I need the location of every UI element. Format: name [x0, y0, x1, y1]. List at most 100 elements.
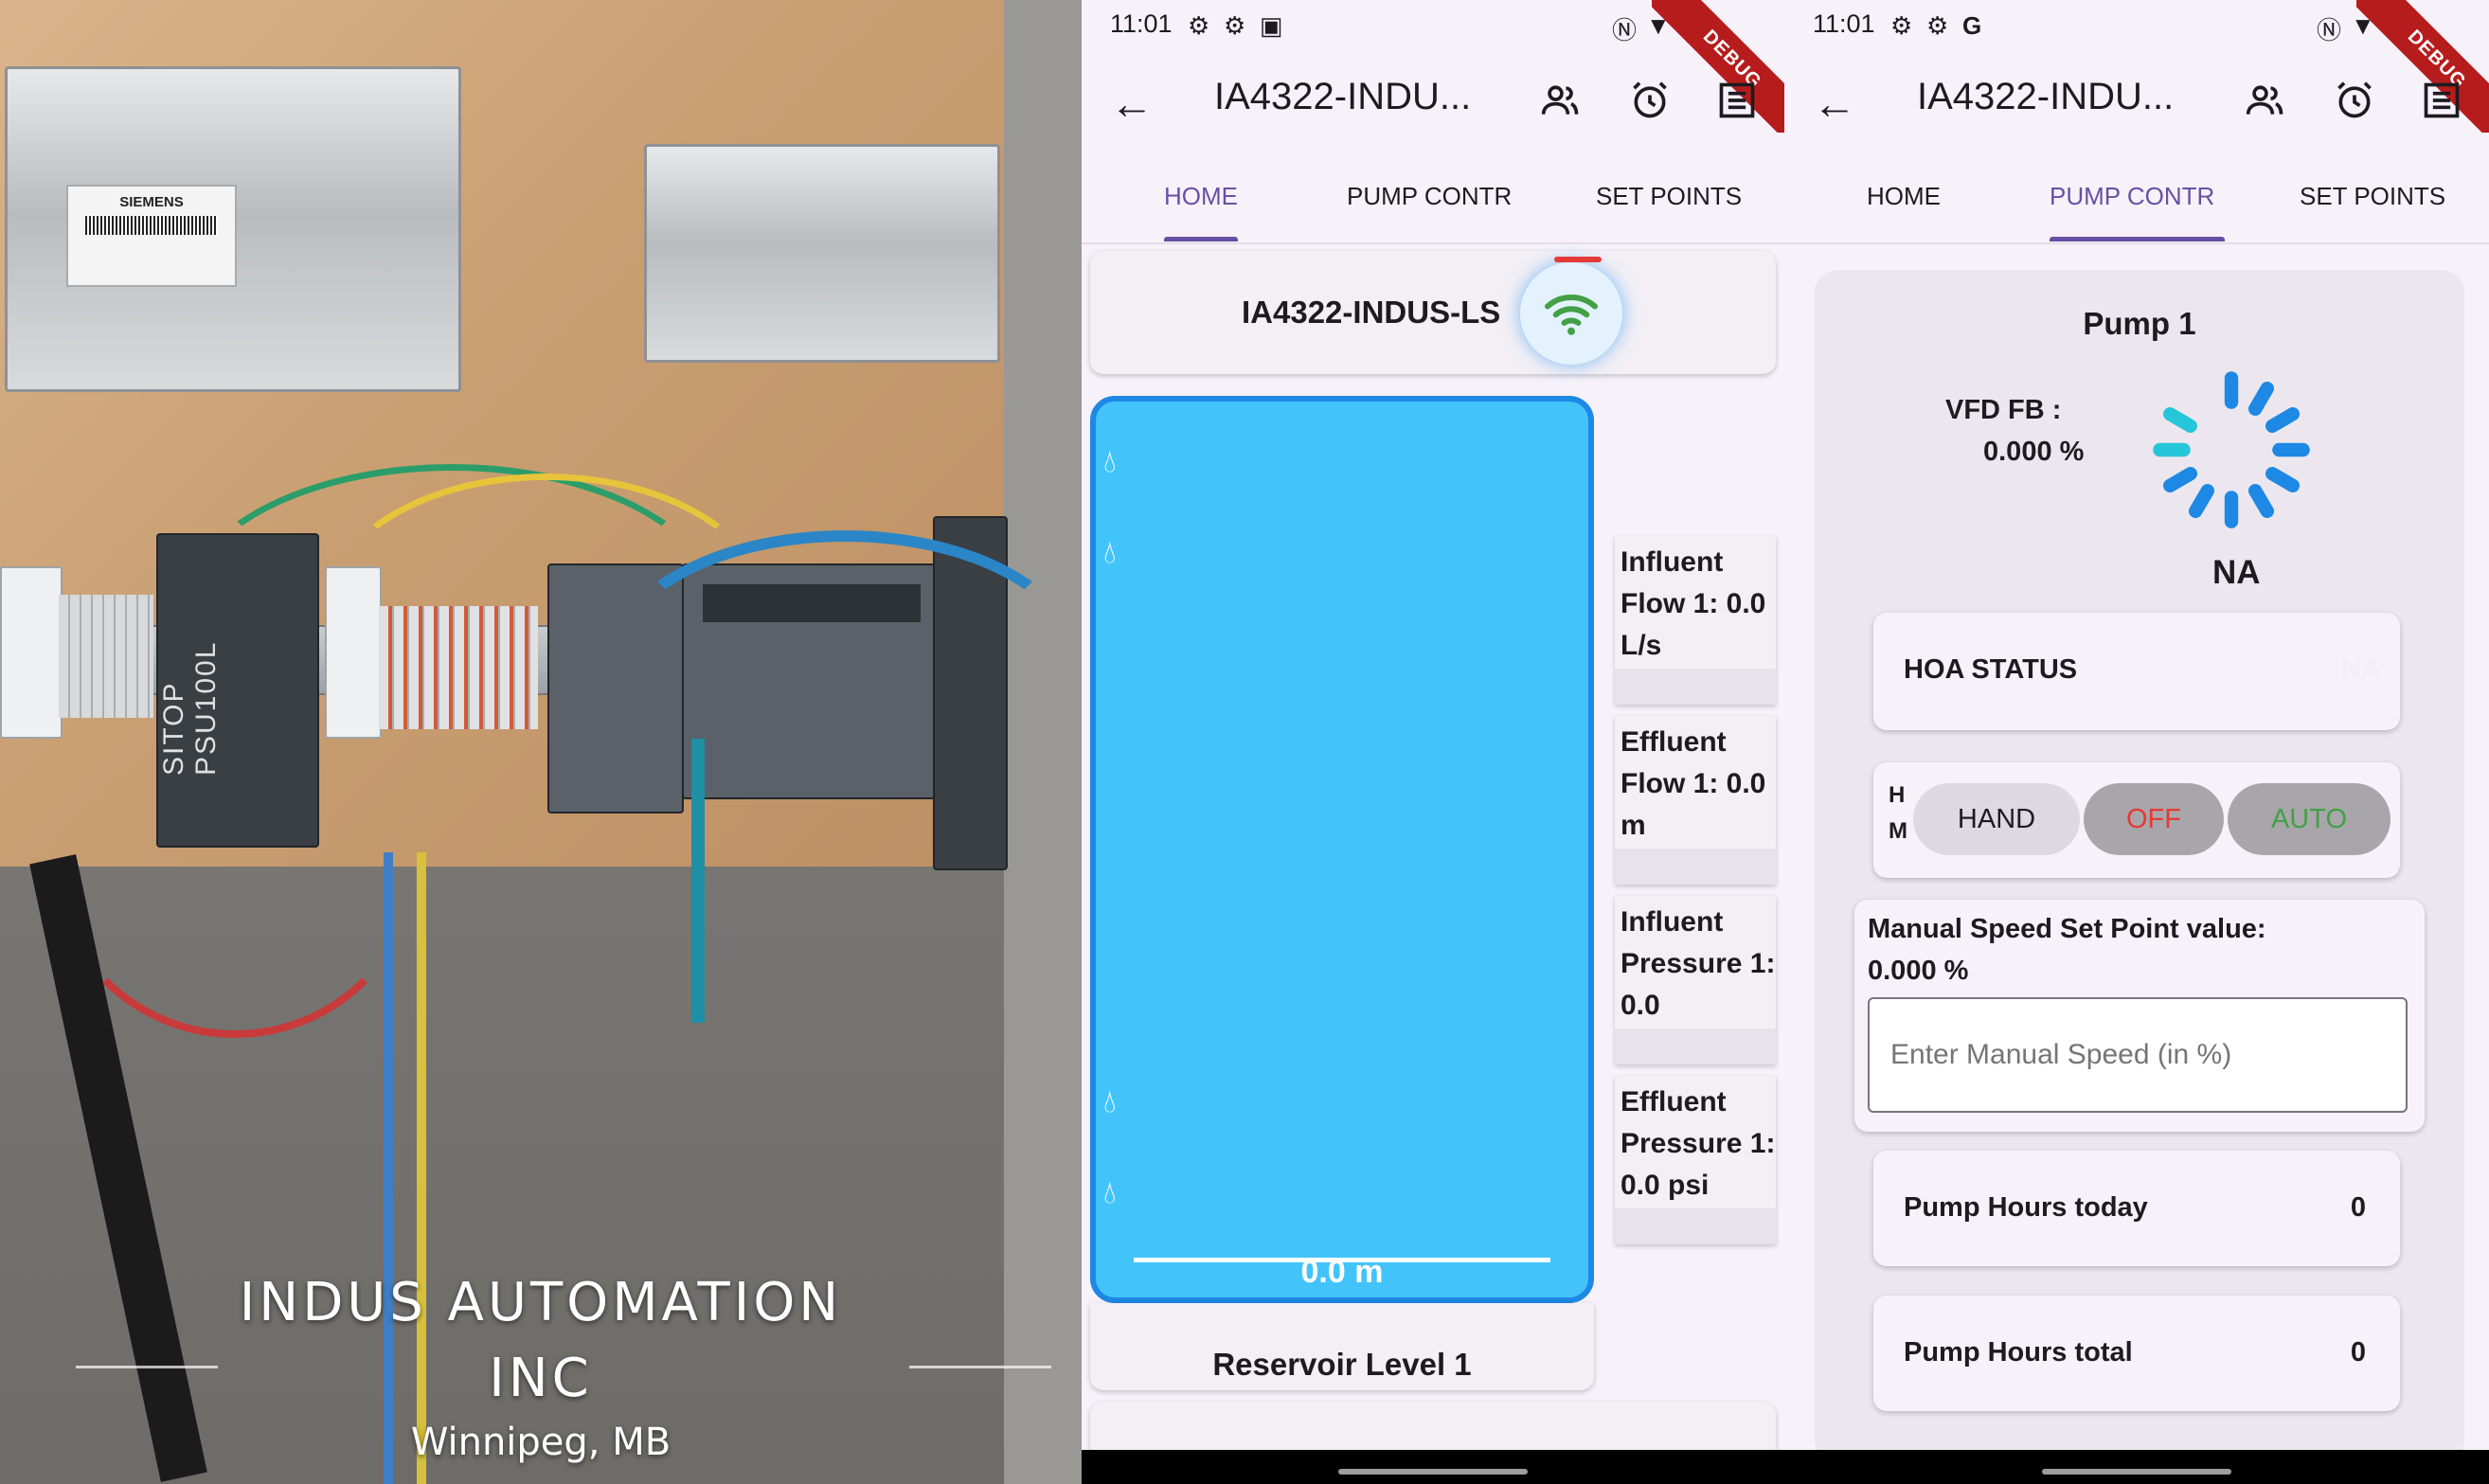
back-arrow-icon[interactable]: ← [1813, 78, 1856, 129]
hoa-status-value: NA [2341, 654, 2381, 685]
settings-icon: ⚙ [1188, 11, 1210, 40]
list-icon[interactable] [2421, 80, 2462, 121]
app-bar-title: IA4322-INDU... [1214, 76, 1472, 117]
tab-bar: HOME PUMP CONTR SET POINTS [1082, 153, 1784, 244]
brand-location: Winnipeg, MB [410, 1421, 671, 1464]
pump-hours-total-card: Pump Hours total 0 [1873, 1296, 2400, 1411]
water-drop-icon: 💧︎ [1103, 443, 1117, 479]
settings-icon: ⚙ [1926, 11, 1949, 40]
hoa-status-card: HOA STATUS NA [1873, 613, 2400, 730]
circuit-breaker [0, 566, 63, 739]
card-footer [1615, 849, 1776, 885]
active-tab-indicator [1164, 237, 1238, 241]
tab-pump-control[interactable]: PUMP CONTR [1347, 182, 1522, 211]
status-bar: 11:01 ⚙ ⚙ ▣ Ⓝ ▼ ◢ DEBUG [1082, 0, 1784, 133]
influent-pressure-reading: Influent Pressure 1: 0.0 [1621, 906, 1776, 1021]
tab-set-points[interactable]: SET POINTS [1596, 182, 1742, 211]
reservoir-tank: 💧︎ 💧︎ 💧︎ 💧︎ 0.0 m [1090, 396, 1594, 1303]
tab-set-points[interactable]: SET POINTS [2300, 182, 2445, 211]
home-screen: 11:01 ⚙ ⚙ ▣ Ⓝ ▼ ◢ DEBUG ← IA4322-INDU...… [1082, 0, 1784, 1484]
manual-speed-input[interactable] [1868, 997, 2408, 1113]
water-drop-icon: 💧︎ [1103, 1083, 1117, 1119]
image-icon: ▣ [1260, 11, 1283, 40]
pump-control-screen: 11:01 ⚙ ⚙ G Ⓝ ▼ ◢ DEBUG ← IA4322-INDU...… [1784, 0, 2489, 1484]
people-icon[interactable] [2245, 80, 2286, 121]
red-cable [47, 663, 422, 1038]
nfc-icon: Ⓝ [2317, 16, 2342, 45]
settings-icon: ⚙ [1890, 11, 1913, 40]
vfd-value: 0.000 % [1983, 437, 2085, 467]
alarm-icon[interactable] [2334, 80, 2375, 121]
back-arrow-icon[interactable]: ← [1110, 78, 1154, 129]
manual-speed-card: Manual Speed Set Point value: 0.000 % [1854, 900, 2425, 1132]
nfc-icon: Ⓝ [1612, 16, 1638, 45]
status-time: 11:01 [1110, 9, 1173, 38]
station-card: IA4322-INDUS-LS [1090, 251, 1776, 374]
tab-bar: HOME PUMP CONTR SET POINTS [1784, 153, 2489, 244]
status-time: 11:01 [1813, 9, 1875, 38]
card-footer [1615, 669, 1776, 705]
home-gesture-pill[interactable] [2042, 1469, 2231, 1475]
station-name: IA4322-INDUS-LS [1242, 295, 1501, 330]
brand-title-line1: INDUS AUTOMATION [239, 1272, 843, 1333]
reservoir-caption-card: Reservoir Level 1 [1090, 1303, 1594, 1390]
active-tab-indicator [2050, 237, 2225, 241]
home-gesture-pill[interactable] [1338, 1469, 1528, 1475]
hoa-toggle-card: H M HAND OFF AUTO [1873, 762, 2400, 878]
wifi-icon [1545, 295, 1598, 335]
video-frame-panel: SIEMENS SITOP PSU100L INDUS AUTOMATION I… [0, 0, 1082, 1484]
siemens-label-sticker: SIEMENS [66, 185, 237, 287]
brand-title: INDUS AUTOMATION INC [0, 1265, 1082, 1417]
pump-state: NA [2212, 554, 2261, 591]
manual-speed-value: 0.000 % [1868, 956, 1969, 986]
card-footer [1615, 1028, 1776, 1064]
google-icon: G [1962, 11, 1982, 40]
app-bar: ← IA4322-INDU... [1784, 57, 2489, 152]
pump-hours-today-card: Pump Hours today 0 [1873, 1151, 2400, 1266]
water-drop-icon: 💧︎ [1103, 1174, 1117, 1210]
pump-hours-today-label: Pump Hours today [1904, 1192, 2148, 1223]
gesture-nav-bar [1082, 1450, 1784, 1484]
hoa-status-label: HOA STATUS [1904, 654, 2078, 685]
influent-flow-card: Influent Flow 1: 0.0 L/s [1615, 536, 1776, 705]
card-footer [1615, 1208, 1776, 1244]
hm-indicator: H M [1889, 782, 1907, 844]
app-bar-title: IA4322-INDU... [1917, 76, 2175, 117]
level-value: 0.0 m [1300, 1254, 1384, 1290]
influent-pressure-card: Influent Pressure 1: 0.0 [1615, 896, 1776, 1064]
brand-title-line2: INC [489, 1348, 593, 1409]
alert-bar [1554, 257, 1602, 262]
tab-home[interactable]: HOME [1867, 182, 1941, 211]
pump-hours-total-label: Pump Hours total [1904, 1337, 2133, 1368]
top-right-din-bracket [644, 144, 1000, 363]
list-icon[interactable] [1716, 80, 1758, 121]
hand-button[interactable]: HAND [1913, 783, 2080, 855]
app-bar: ← IA4322-INDU... [1082, 57, 1784, 152]
settings-icon: ⚙ [1224, 11, 1246, 40]
pump-hours-today-value: 0 [2350, 1192, 2366, 1223]
effluent-flow-card: Effluent Flow 1: 0.0 m [1615, 716, 1776, 885]
loading-spinner [2153, 371, 2310, 528]
teal-cable [691, 739, 705, 1023]
pump-title: Pump 1 [2083, 306, 2196, 341]
tab-home[interactable]: HOME [1164, 182, 1238, 211]
water-drop-icon: 💧︎ [1103, 534, 1117, 570]
influent-flow-reading: Influent Flow 1: 0.0 L/s [1621, 546, 1766, 661]
effluent-flow-reading: Effluent Flow 1: 0.0 m [1621, 726, 1766, 841]
vfd-label: VFD FB : [1945, 395, 2062, 425]
effluent-pressure-reading: Effluent Pressure 1: 0.0 psi [1621, 1086, 1776, 1201]
manual-speed-label: Manual Speed Set Point value: [1868, 914, 2266, 944]
tab-pump-control[interactable]: PUMP CONTR [2050, 182, 2225, 211]
barcode [85, 216, 218, 235]
status-bar: 11:01 ⚙ ⚙ G Ⓝ ▼ ◢ DEBUG [1784, 0, 2489, 133]
people-icon[interactable] [1540, 80, 1582, 121]
pump-panel: Pump 1 VFD FB : 0.000 % NA HOA STATUS NA [1815, 270, 2464, 1463]
gesture-nav-bar [1784, 1450, 2489, 1484]
connection-status[interactable] [1520, 257, 1622, 365]
alarm-icon[interactable] [1629, 80, 1671, 121]
effluent-pressure-card: Effluent Pressure 1: 0.0 psi [1615, 1076, 1776, 1244]
pump-hours-total-value: 0 [2350, 1337, 2366, 1368]
ethernet-cable [606, 530, 1082, 799]
off-button[interactable]: OFF [2084, 783, 2224, 855]
auto-button[interactable]: AUTO [2228, 783, 2391, 855]
